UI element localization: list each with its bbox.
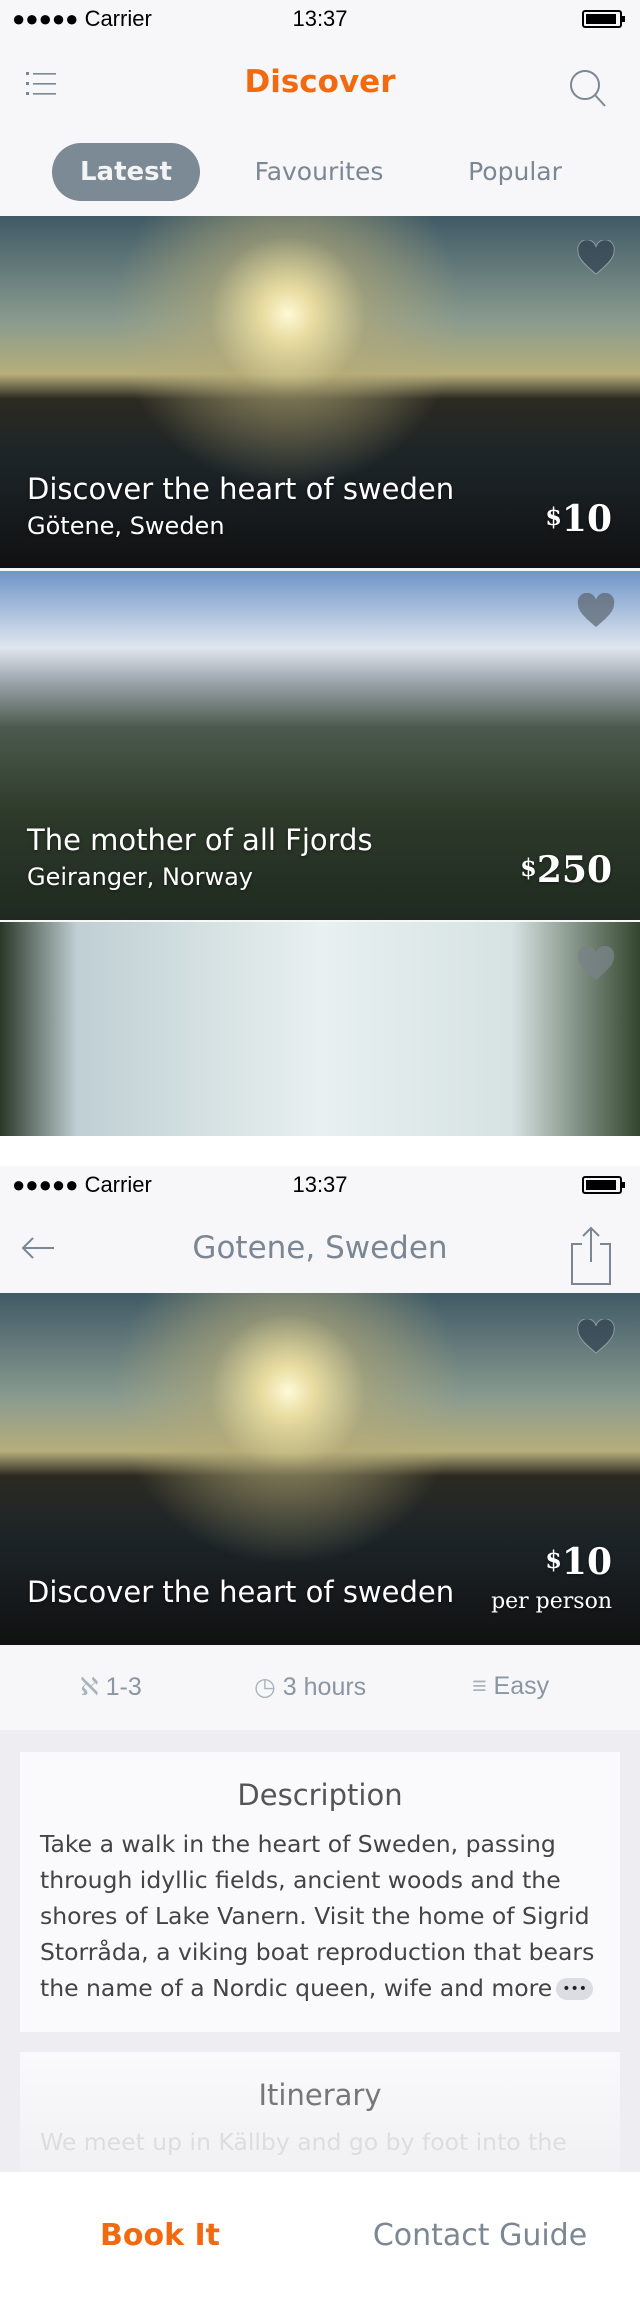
page-title: Discover bbox=[244, 64, 396, 100]
duration: ◷ 3 hours bbox=[254, 1673, 367, 1701]
trip-title: Discover the heart of sweden bbox=[27, 1575, 455, 1609]
share-icon[interactable] bbox=[570, 1226, 612, 1286]
discover-screen: ●●●●● Carrier 13:37 Discover Latest Favo… bbox=[0, 0, 640, 1136]
battery-icon bbox=[582, 1176, 625, 1194]
difficulty: ≡ Easy bbox=[472, 1672, 550, 1700]
detail-screen: ●●●●● Carrier 13:37 Gotene, Sweden Disco… bbox=[0, 1166, 640, 2300]
card-title: The mother of all Fjords bbox=[27, 823, 373, 857]
itinerary-heading: Itinerary bbox=[258, 2078, 382, 2112]
trip-card[interactable]: Discover the heart of sweden Götene, Swe… bbox=[0, 216, 640, 568]
card-location: Geiranger, Norway bbox=[27, 863, 253, 891]
heart-icon[interactable] bbox=[576, 593, 616, 629]
trip-card[interactable] bbox=[0, 922, 640, 1136]
trip-price: $10 bbox=[545, 1541, 612, 1583]
clock: 13:37 bbox=[292, 6, 348, 31]
trip-hero: Discover the heart of sweden $10 per per… bbox=[0, 1293, 640, 1645]
group-size: ℵ 1-3 bbox=[80, 1673, 142, 1701]
status-bar: ●●●●● Carrier 13:37 bbox=[0, 1166, 640, 1206]
description-text: Take a walk in the heart of Sweden, pass… bbox=[40, 1830, 595, 2002]
page-title: Gotene, Sweden bbox=[192, 1230, 448, 1266]
description-card: Description Take a walk in the heart of … bbox=[20, 1752, 620, 2032]
card-location: Götene, Sweden bbox=[27, 512, 225, 540]
trip-card[interactable]: The mother of all Fjords Geiranger, Norw… bbox=[0, 571, 640, 920]
bottom-bar: Book It Contact Guide bbox=[0, 2172, 640, 2300]
itinerary-card: Itinerary We meet up in Källby and go by… bbox=[20, 2052, 620, 2172]
heart-icon[interactable] bbox=[576, 1319, 616, 1355]
itinerary-text: We meet up in Källby and go by foot into… bbox=[40, 2128, 567, 2156]
tab-favourites[interactable]: Favourites bbox=[230, 157, 408, 186]
group-icon: ℵ bbox=[80, 1673, 99, 1701]
status-bar: ●●●●● Carrier 13:37 bbox=[0, 0, 640, 40]
more-button[interactable]: ••• bbox=[556, 1978, 594, 2000]
clock-icon: ◷ bbox=[254, 1673, 276, 1701]
battery-icon bbox=[582, 10, 625, 28]
difficulty-icon: ≡ bbox=[472, 1672, 487, 1700]
clock: 13:37 bbox=[292, 1172, 348, 1197]
card-title: Discover the heart of sweden bbox=[27, 472, 455, 506]
card-price: $250 bbox=[520, 849, 612, 891]
price-unit: per person bbox=[491, 1589, 612, 1614]
tab-latest[interactable]: Latest bbox=[52, 143, 200, 201]
card-price: $10 bbox=[545, 498, 612, 540]
tab-popular[interactable]: Popular bbox=[440, 157, 590, 186]
book-it-button[interactable]: Book It bbox=[0, 2218, 320, 2253]
contact-guide-button[interactable]: Contact Guide bbox=[320, 2218, 640, 2253]
heart-icon[interactable] bbox=[576, 946, 616, 982]
search-icon[interactable] bbox=[568, 68, 608, 108]
heart-icon[interactable] bbox=[576, 240, 616, 276]
description-heading: Description bbox=[237, 1778, 403, 1812]
